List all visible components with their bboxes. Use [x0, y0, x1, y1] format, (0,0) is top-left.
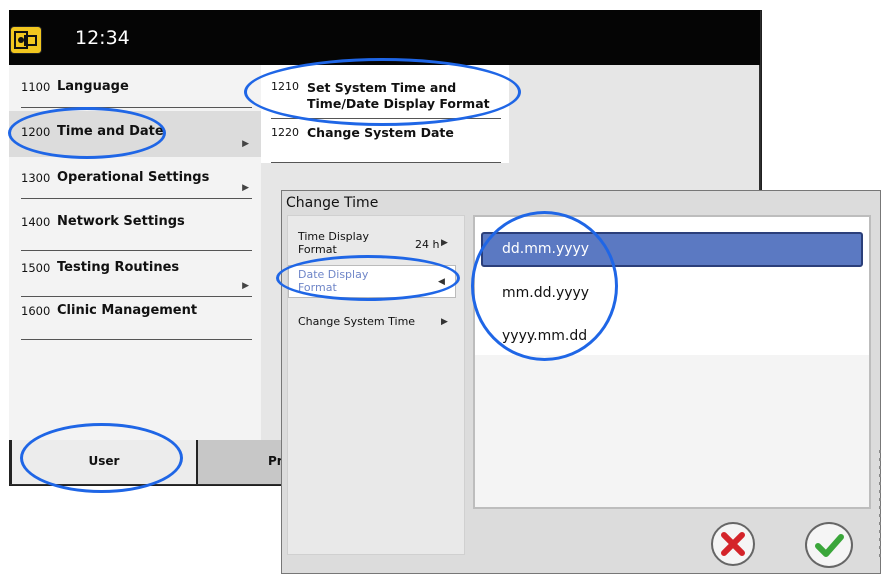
device-logo-icon: [10, 26, 42, 54]
menu-item-label: Time and Date: [57, 124, 164, 139]
menu-item-operational-settings[interactable]: 1300 Operational Settings ▶: [9, 157, 261, 201]
chevron-right-icon: ▶: [441, 238, 448, 248]
submenu-item-number: 1220: [271, 126, 299, 139]
menu-item-number: 1100: [21, 80, 51, 94]
menu-item-number: 1600: [21, 304, 51, 318]
clock-time: 12:34: [75, 27, 130, 49]
x-icon: [721, 532, 745, 556]
option-change-system-time[interactable]: Change System Time: [298, 315, 415, 328]
option-time-display-value: 24 h: [415, 238, 440, 251]
menu-item-number: 1200: [21, 125, 51, 139]
menu-item-clinic-management[interactable]: 1600 Clinic Management: [9, 290, 261, 342]
menu-item-label: Operational Settings: [57, 170, 210, 185]
tab-pr[interactable]: Pr: [198, 440, 283, 484]
vertical-watermark: [874, 440, 886, 574]
menu-item-label: Language: [57, 79, 129, 94]
format-item-mm-dd-yyyy[interactable]: mm.dd.yyyy: [502, 285, 589, 301]
tab-user[interactable]: User: [12, 440, 196, 484]
format-item-dd-mm-yyyy[interactable]: dd.mm.yyyy: [502, 241, 589, 257]
chevron-right-icon: ▶: [242, 183, 249, 193]
menu-item-network-settings[interactable]: 1400 Network Settings: [9, 201, 261, 253]
menu-item-number: 1500: [21, 261, 51, 275]
ok-button[interactable]: [805, 522, 853, 568]
submenu-item-change-system-date[interactable]: 1220 Change System Date: [261, 124, 509, 164]
menu-item-language[interactable]: 1100 Language: [9, 66, 261, 110]
format-item-yyyy-mm-dd[interactable]: yyyy.mm.dd: [502, 328, 587, 344]
option-date-display-format[interactable]: Date Display Format: [298, 268, 378, 294]
submenu-item-label: Change System Date: [307, 125, 454, 140]
submenu-item-label: Set System Time and Time/Date Display Fo…: [307, 80, 490, 111]
menu-item-label: Testing Routines: [57, 260, 180, 275]
cancel-button[interactable]: [711, 522, 755, 566]
check-icon: [815, 534, 844, 557]
chevron-left-icon: ◀: [438, 277, 445, 287]
submenu-item-number: 1210: [271, 80, 299, 93]
menu-item-time-and-date[interactable]: 1200 Time and Date ▶: [9, 111, 261, 157]
dialog-title: Change Time: [286, 195, 379, 211]
menu-item-number: 1300: [21, 171, 51, 185]
menu-item-label: Network Settings: [57, 214, 185, 229]
option-time-display-format[interactable]: Time Display Format: [298, 230, 378, 256]
chevron-right-icon: ▶: [242, 139, 249, 149]
submenu-item-set-system-time[interactable]: 1210 Set System Time and Time/Date Displ…: [261, 78, 509, 119]
menu-item-label: Clinic Management: [57, 303, 198, 318]
chevron-right-icon: ▶: [441, 317, 448, 327]
menu-item-number: 1400: [21, 215, 51, 229]
